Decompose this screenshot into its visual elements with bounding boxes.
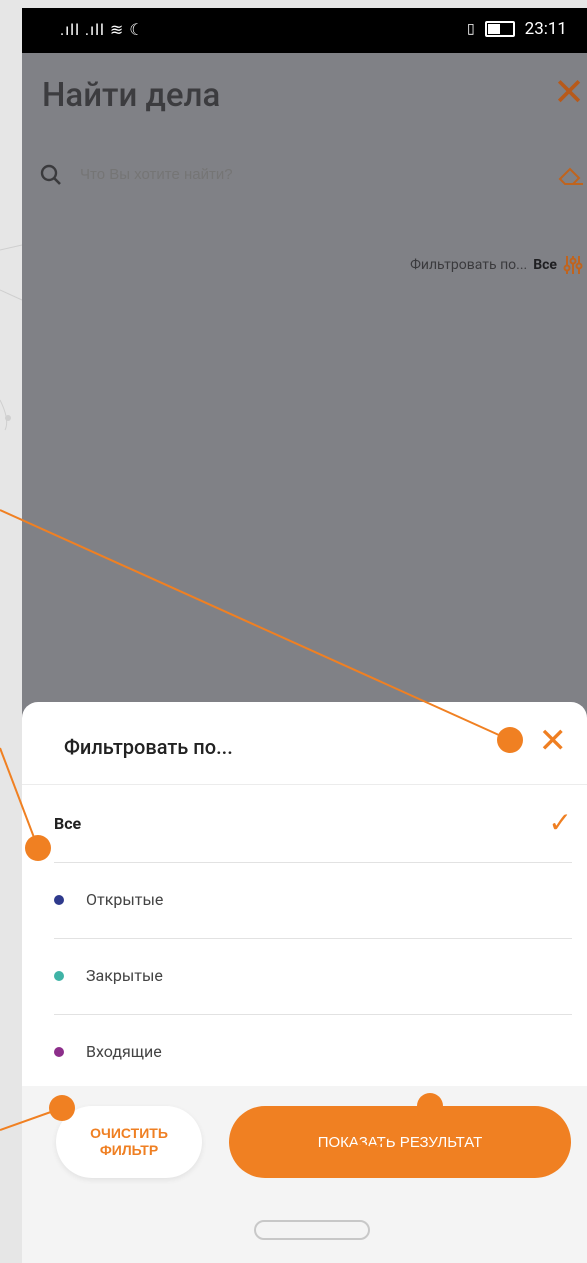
page-title: Найти дела bbox=[42, 76, 221, 115]
battery-icon bbox=[484, 21, 515, 37]
status-time: 23:11 bbox=[524, 19, 567, 39]
incoming-dot-icon bbox=[54, 1047, 64, 1057]
close-icon[interactable]: ✕ bbox=[553, 74, 585, 112]
closed-dot-icon bbox=[54, 971, 64, 981]
vibrate-icon: ▯ bbox=[466, 21, 475, 37]
search-input[interactable] bbox=[78, 165, 482, 184]
filter-option-incoming[interactable]: Входящие bbox=[54, 1014, 572, 1090]
filter-option-closed[interactable]: Закрытые bbox=[54, 938, 572, 1015]
open-dot-icon bbox=[54, 895, 64, 905]
sliders-icon[interactable] bbox=[563, 254, 583, 276]
status-right: ▯ 23:11 bbox=[467, 19, 567, 39]
filter-value: Все bbox=[533, 257, 557, 273]
status-bar: .ıll .ıll ≋ ☾ ▯ 23:11 bbox=[22, 8, 587, 53]
phone-screen: .ıll .ıll ≋ ☾ ▯ 23:11 Найти дела ✕ Фильт… bbox=[22, 8, 587, 1263]
search-icon bbox=[40, 164, 61, 185]
option-label: Закрытые bbox=[86, 966, 163, 985]
show-results-button[interactable]: ПОКАЗАТЬ РЕЗУЛЬТАТ bbox=[229, 1106, 571, 1178]
checkmark-icon: ✓ bbox=[548, 806, 572, 839]
signal-icons: .ıll .ıll ≋ ☾ bbox=[60, 20, 145, 39]
sheet-title: Фильтровать по... bbox=[64, 735, 233, 759]
clear-filter-button[interactable]: ОЧИСТИТЬ ФИЛЬТР bbox=[56, 1106, 202, 1178]
filter-prefix: Фильтровать по... bbox=[410, 257, 528, 273]
sheet-close-icon[interactable]: ✕ bbox=[539, 724, 568, 758]
eraser-icon[interactable] bbox=[557, 163, 585, 187]
filter-sheet: Фильтровать по... ✕ Все ✓ Открытые Закры… bbox=[22, 702, 587, 1263]
filter-option-open[interactable]: Открытые bbox=[54, 862, 572, 939]
sheet-divider bbox=[22, 784, 587, 785]
option-label: Входящие bbox=[86, 1042, 162, 1061]
home-indicator bbox=[254, 1220, 370, 1240]
option-label: Открытые bbox=[86, 890, 164, 909]
sheet-footer: ОЧИСТИТЬ ФИЛЬТР ПОКАЗАТЬ РЕЗУЛЬТАТ bbox=[22, 1086, 587, 1263]
filter-option-all[interactable]: Все ✓ bbox=[54, 786, 572, 863]
filter-bar[interactable]: Фильтровать по... Все bbox=[410, 254, 583, 276]
option-label: Все bbox=[54, 814, 82, 833]
